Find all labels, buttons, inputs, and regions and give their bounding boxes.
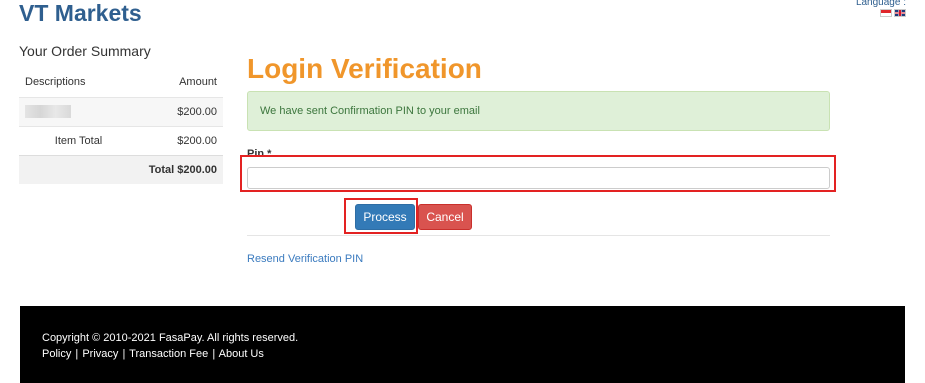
pin-input[interactable] bbox=[247, 167, 830, 189]
summary-total-row: Total $200.00 bbox=[19, 154, 223, 184]
descriptions-header: Descriptions bbox=[25, 76, 86, 89]
form-divider bbox=[247, 235, 830, 236]
summary-header-row: Descriptions Amount bbox=[19, 68, 223, 97]
page-title: Login Verification bbox=[247, 53, 482, 84]
footer-links: Policy | Privacy | Transaction Fee | Abo… bbox=[42, 348, 905, 360]
uk-flag-icon[interactable] bbox=[894, 9, 906, 17]
resend-pin-link[interactable]: Resend Verification PIN bbox=[247, 253, 363, 265]
footer-copyright: Copyright © 2010-2021 FasaPay. All right… bbox=[42, 332, 299, 344]
process-button[interactable]: Process bbox=[355, 204, 415, 230]
brand-title: VT Markets bbox=[19, 0, 142, 26]
language-switcher: Language : bbox=[848, 0, 906, 17]
footer-separator: | bbox=[75, 348, 79, 360]
amount-header: Amount bbox=[179, 76, 217, 89]
privacy-link[interactable]: Privacy bbox=[82, 348, 118, 360]
summary-item-row: $200.00 bbox=[19, 96, 223, 126]
item-total-label: Item Total bbox=[19, 125, 139, 155]
order-summary-title: Your Order Summary bbox=[19, 43, 151, 59]
item-description bbox=[19, 96, 139, 126]
policy-link[interactable]: Policy bbox=[42, 348, 71, 360]
summary-item-total-row: Item Total $200.00 bbox=[19, 125, 223, 155]
order-total: Total $200.00 bbox=[19, 154, 223, 184]
order-summary-table: Descriptions Amount $200.00 Item Total $… bbox=[19, 68, 223, 184]
footer-separator: | bbox=[212, 348, 216, 360]
confirmation-alert: We have sent Confirmation PIN to your em… bbox=[247, 91, 830, 131]
language-label: Language : bbox=[855, 0, 906, 8]
item-amount: $200.00 bbox=[138, 96, 223, 126]
verification-panel: Login Verification We have sent Confirma… bbox=[247, 50, 830, 189]
redacted-description bbox=[25, 105, 71, 118]
language-flags bbox=[848, 9, 906, 17]
confirmation-alert-text: We have sent Confirmation PIN to your em… bbox=[260, 105, 480, 117]
pin-label: Pin * bbox=[247, 148, 272, 160]
cancel-button[interactable]: Cancel bbox=[418, 204, 472, 230]
order-summary: Your Order Summary Descriptions Amount $… bbox=[19, 43, 223, 184]
transaction-fee-link[interactable]: Transaction Fee bbox=[129, 348, 208, 360]
footer-separator: | bbox=[122, 348, 126, 360]
indonesia-flag-icon[interactable] bbox=[880, 9, 892, 17]
footer: Copyright © 2010-2021 FasaPay. All right… bbox=[20, 306, 905, 383]
item-total-value: $200.00 bbox=[138, 125, 223, 155]
about-us-link[interactable]: About Us bbox=[219, 348, 264, 360]
